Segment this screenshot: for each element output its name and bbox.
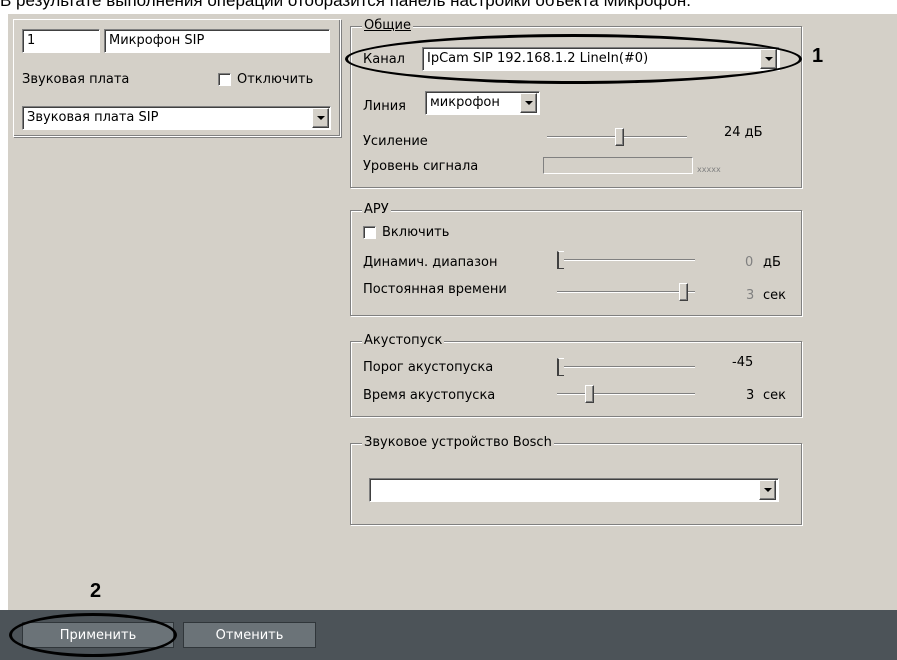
gain-value: 24 дБ xyxy=(724,125,763,140)
gain-slider-thumb[interactable] xyxy=(615,128,624,146)
document-text: В результате выполнения операции отобраз… xyxy=(0,0,692,10)
signal-level-value: xxxxx xyxy=(697,165,721,174)
dynamic-range-slider-thumb[interactable] xyxy=(557,251,564,269)
vox-time-slider-track[interactable] xyxy=(557,393,695,395)
signal-level-meter xyxy=(543,157,693,174)
sound-card-value: Звуковая плата SIP xyxy=(27,110,159,125)
line-value: микрофон xyxy=(430,95,500,110)
dynamic-range-label: Динамич. диапазон xyxy=(363,255,498,270)
bosch-device-select[interactable] xyxy=(369,478,779,502)
vox-time-slider-thumb[interactable] xyxy=(585,385,594,403)
time-constant-number: 3 xyxy=(746,288,755,303)
vox-group xyxy=(350,341,802,417)
dynamic-range-unit: дБ xyxy=(763,255,781,270)
time-constant-slider-thumb[interactable] xyxy=(679,283,688,301)
callout-ellipse-2 xyxy=(9,613,177,657)
cancel-button[interactable]: Отменить xyxy=(183,622,316,648)
sound-card-dropdown-button[interactable] xyxy=(312,108,329,128)
vox-time-label: Время акустопуска xyxy=(363,388,496,403)
disable-label: Отключить xyxy=(237,72,314,87)
cancel-button-label: Отменить xyxy=(215,627,284,643)
disable-checkbox[interactable] xyxy=(218,73,231,86)
device-name-field[interactable]: Микрофон SIP xyxy=(104,29,330,53)
bosch-dropdown-button[interactable] xyxy=(759,480,776,500)
time-constant-label: Постоянная времени xyxy=(363,282,507,297)
bosch-legend: Звуковое устройство Bosch xyxy=(362,435,554,450)
sound-card-label: Звуковая плата xyxy=(22,72,130,87)
vox-threshold-slider-track[interactable] xyxy=(557,366,695,368)
vox-time-unit: сек xyxy=(763,388,786,403)
chevron-down-icon xyxy=(763,488,772,492)
chevron-down-icon xyxy=(524,101,533,105)
line-dropdown-button[interactable] xyxy=(520,93,537,113)
vox-threshold-value: -45 xyxy=(732,355,754,370)
agc-legend: АРУ xyxy=(362,202,391,217)
signal-level-label: Уровень сигнала xyxy=(363,159,479,174)
gain-label: Усиление xyxy=(363,134,428,149)
time-constant-unit: сек xyxy=(763,288,786,303)
chevron-down-icon xyxy=(316,116,325,120)
vox-threshold-slider-thumb[interactable] xyxy=(557,358,564,376)
line-label: Линия xyxy=(363,99,406,114)
vox-threshold-label: Порог акустопуска xyxy=(363,360,494,375)
callout-number-1: 1 xyxy=(812,45,824,67)
vox-time-number: 3 xyxy=(746,388,755,403)
dynamic-range-number: 0 xyxy=(745,255,754,270)
callout-number-2: 2 xyxy=(90,580,102,602)
agc-enable-checkbox[interactable] xyxy=(363,226,376,239)
time-constant-slider-track[interactable] xyxy=(557,291,695,293)
dynamic-range-slider-track[interactable] xyxy=(557,259,695,261)
vox-legend: Акустопуск xyxy=(362,333,445,348)
sound-card-select[interactable]: Звуковая плата SIP xyxy=(22,106,331,130)
callout-ellipse-1 xyxy=(345,34,802,84)
general-legend: Общие xyxy=(362,18,413,33)
device-id-field[interactable]: 1 xyxy=(22,29,100,53)
agc-enable-label: Включить xyxy=(382,225,450,240)
